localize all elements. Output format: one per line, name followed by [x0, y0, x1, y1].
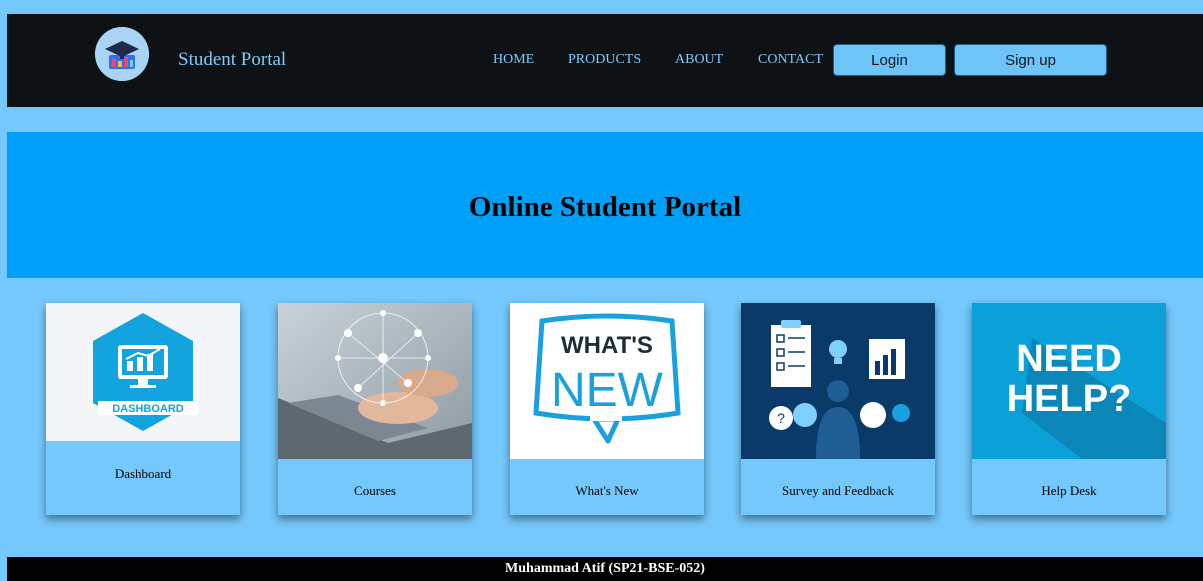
- top-strip: [0, 0, 1203, 8]
- hero-banner: Online Student Portal: [7, 132, 1203, 278]
- footer: Muhammad Atif (SP21-BSE-052): [7, 557, 1203, 581]
- page-title: Online Student Portal: [468, 190, 742, 223]
- navbar: Student Portal HOME PRODUCTS ABOUT CONTA…: [7, 14, 1203, 107]
- card-courses-label: Courses: [354, 483, 396, 498]
- nav-about[interactable]: ABOUT: [675, 52, 723, 68]
- signup-button[interactable]: Sign up: [954, 44, 1107, 76]
- laptop-network-image: [278, 303, 472, 459]
- card-help-desk[interactable]: NEED HELP? Help Desk: [972, 303, 1166, 515]
- login-button[interactable]: Login: [833, 44, 946, 76]
- survey-feedback-image: ?: [741, 303, 935, 459]
- dashboard-icon: DASHBOARD: [46, 303, 240, 441]
- card-whats-new-label: What's New: [575, 483, 639, 498]
- whats-new-image: WHAT'S NEW: [510, 303, 704, 459]
- nav-home[interactable]: HOME: [493, 52, 534, 68]
- brand-title[interactable]: Student Portal: [178, 49, 286, 71]
- svg-text:NEW: NEW: [551, 364, 664, 417]
- svg-text:NEED: NEED: [1016, 338, 1122, 380]
- left-strip: [0, 0, 7, 581]
- svg-text:DASHBOARD: DASHBOARD: [112, 403, 184, 415]
- card-help-desk-label: Help Desk: [1041, 483, 1097, 498]
- svg-text:WHAT'S: WHAT'S: [561, 332, 653, 359]
- svg-text:?: ?: [777, 410, 785, 426]
- card-whats-new[interactable]: WHAT'S NEW What's New: [510, 303, 704, 515]
- card-survey-feedback-label: Survey and Feedback: [782, 483, 894, 498]
- svg-text:HELP?: HELP?: [1007, 378, 1132, 420]
- card-dashboard-label: Dashboard: [114, 466, 172, 481]
- footer-text: Muhammad Atif (SP21-BSE-052): [505, 561, 705, 576]
- help-image: NEED HELP?: [972, 303, 1166, 459]
- logo-image[interactable]: [95, 27, 149, 81]
- nav-products[interactable]: PRODUCTS: [568, 52, 641, 68]
- nav-contact[interactable]: CONTACT: [758, 52, 823, 68]
- card-dashboard[interactable]: DASHBOARD Dashboard: [46, 303, 240, 515]
- card-courses[interactable]: Courses: [278, 303, 472, 515]
- card-survey-feedback[interactable]: ? Survey and Feedback: [741, 303, 935, 515]
